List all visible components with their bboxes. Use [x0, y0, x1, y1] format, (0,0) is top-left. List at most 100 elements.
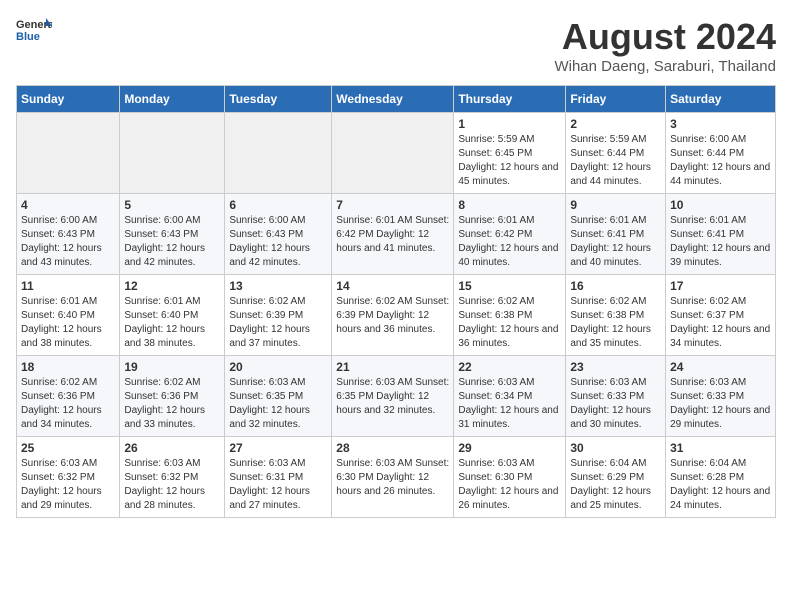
calendar-cell — [332, 113, 454, 194]
cell-content: Sunrise: 6:03 AM Sunset: 6:32 PM Dayligh… — [21, 457, 115, 513]
header: General Blue August 2024 Wihan Daeng, Sa… — [16, 16, 776, 75]
cell-content: Sunrise: 6:03 AM Sunset: 6:30 PM Dayligh… — [458, 457, 561, 513]
day-number: 24 — [670, 360, 771, 374]
day-number: 21 — [336, 360, 449, 374]
calendar-cell: 18Sunrise: 6:02 AM Sunset: 6:36 PM Dayli… — [17, 356, 120, 437]
calendar-cell: 21 Sunrise: 6:03 AM Sunset: 6:35 PM Dayli… — [332, 356, 454, 437]
day-header-monday: Monday — [120, 86, 225, 113]
day-number: 25 — [21, 441, 115, 455]
cell-content: Sunrise: 6:01 AM Sunset: 6:41 PM Dayligh… — [570, 214, 661, 270]
day-header-thursday: Thursday — [454, 86, 566, 113]
day-header-saturday: Saturday — [666, 86, 776, 113]
calendar-cell: 20Sunrise: 6:03 AM Sunset: 6:35 PM Dayli… — [225, 356, 332, 437]
calendar-cell: 12Sunrise: 6:01 AM Sunset: 6:40 PM Dayli… — [120, 275, 225, 356]
day-number: 13 — [229, 279, 327, 293]
calendar-cell: 29 Sunrise: 6:03 AM Sunset: 6:30 PM Dayli… — [454, 437, 566, 518]
week-row-4: 18Sunrise: 6:02 AM Sunset: 6:36 PM Dayli… — [17, 356, 776, 437]
cell-content: Sunrise: 6:01 AM Sunset: 6:42 PM Dayligh… — [458, 214, 561, 270]
calendar-cell: 6Sunrise: 6:00 AM Sunset: 6:43 PM Daylig… — [225, 194, 332, 275]
cell-content: Sunrise: 6:03 AM Sunset: 6:35 PM Dayligh… — [336, 376, 449, 418]
calendar-body: 1 Sunrise: 5:59 AM Sunset: 6:45 PM Daylig… — [17, 113, 776, 518]
day-number: 3 — [670, 117, 771, 131]
day-header-wednesday: Wednesday — [332, 86, 454, 113]
day-number: 5 — [124, 198, 220, 212]
cell-content: Sunrise: 6:02 AM Sunset: 6:38 PM Dayligh… — [570, 295, 661, 351]
calendar-cell: 2Sunrise: 5:59 AM Sunset: 6:44 PM Daylig… — [566, 113, 666, 194]
calendar-cell: 17 Sunrise: 6:02 AM Sunset: 6:37 PM Dayli… — [666, 275, 776, 356]
cell-content: Sunrise: 6:01 AM Sunset: 6:41 PM Dayligh… — [670, 214, 771, 270]
day-number: 10 — [670, 198, 771, 212]
calendar-cell: 4Sunrise: 6:00 AM Sunset: 6:43 PM Daylig… — [17, 194, 120, 275]
cell-content: Sunrise: 6:04 AM Sunset: 6:28 PM Dayligh… — [670, 457, 771, 513]
cell-content: Sunrise: 6:02 AM Sunset: 6:39 PM Dayligh… — [229, 295, 327, 351]
day-number: 11 — [21, 279, 115, 293]
cell-content: Sunrise: 6:00 AM Sunset: 6:43 PM Dayligh… — [124, 214, 220, 270]
cell-content: Sunrise: 6:03 AM Sunset: 6:34 PM Dayligh… — [458, 376, 561, 432]
calendar-cell: 23 Sunrise: 6:03 AM Sunset: 6:33 PM Dayli… — [566, 356, 666, 437]
day-number: 19 — [124, 360, 220, 374]
cell-content: Sunrise: 6:01 AM Sunset: 6:40 PM Dayligh… — [21, 295, 115, 351]
day-number: 29 — [458, 441, 561, 455]
calendar-header-row: SundayMondayTuesdayWednesdayThursdayFrid… — [17, 86, 776, 113]
calendar-cell: 1 Sunrise: 5:59 AM Sunset: 6:45 PM Daylig… — [454, 113, 566, 194]
cell-content: Sunrise: 6:04 AM Sunset: 6:29 PM Dayligh… — [570, 457, 661, 513]
cell-content: Sunrise: 6:02 AM Sunset: 6:36 PM Dayligh… — [21, 376, 115, 432]
calendar-cell: 7Sunrise: 6:01 AM Sunset: 6:42 PM Daylig… — [332, 194, 454, 275]
calendar-cell: 27Sunrise: 6:03 AM Sunset: 6:31 PM Dayli… — [225, 437, 332, 518]
title-section: August 2024 Wihan Daeng, Saraburi, Thail… — [554, 16, 776, 75]
calendar-cell: 24 Sunrise: 6:03 AM Sunset: 6:33 PM Dayli… — [666, 356, 776, 437]
week-row-3: 11 Sunrise: 6:01 AM Sunset: 6:40 PM Dayli… — [17, 275, 776, 356]
day-number: 2 — [570, 117, 661, 131]
subtitle: Wihan Daeng, Saraburi, Thailand — [554, 58, 776, 75]
calendar-cell — [17, 113, 120, 194]
calendar-cell: 16 Sunrise: 6:02 AM Sunset: 6:38 PM Dayli… — [566, 275, 666, 356]
calendar-cell: 5 Sunrise: 6:00 AM Sunset: 6:43 PM Daylig… — [120, 194, 225, 275]
cell-content: Sunrise: 5:59 AM Sunset: 6:45 PM Dayligh… — [458, 133, 561, 189]
cell-content: Sunrise: 6:02 AM Sunset: 6:37 PM Dayligh… — [670, 295, 771, 351]
calendar-cell: 9 Sunrise: 6:01 AM Sunset: 6:41 PM Daylig… — [566, 194, 666, 275]
calendar-cell: 31 Sunrise: 6:04 AM Sunset: 6:28 PM Dayli… — [666, 437, 776, 518]
day-number: 30 — [570, 441, 661, 455]
day-number: 31 — [670, 441, 771, 455]
cell-content: Sunrise: 6:00 AM Sunset: 6:43 PM Dayligh… — [229, 214, 327, 270]
calendar-cell: 8Sunrise: 6:01 AM Sunset: 6:42 PM Daylig… — [454, 194, 566, 275]
calendar-cell: 19 Sunrise: 6:02 AM Sunset: 6:36 PM Dayli… — [120, 356, 225, 437]
day-number: 22 — [458, 360, 561, 374]
calendar-cell: 26Sunrise: 6:03 AM Sunset: 6:32 PM Dayli… — [120, 437, 225, 518]
calendar-cell — [120, 113, 225, 194]
week-row-5: 25 Sunrise: 6:03 AM Sunset: 6:32 PM Dayli… — [17, 437, 776, 518]
day-number: 20 — [229, 360, 327, 374]
day-number: 16 — [570, 279, 661, 293]
cell-content: Sunrise: 6:01 AM Sunset: 6:42 PM Dayligh… — [336, 214, 449, 256]
day-number: 23 — [570, 360, 661, 374]
cell-content: Sunrise: 6:02 AM Sunset: 6:36 PM Dayligh… — [124, 376, 220, 432]
calendar-cell: 13 Sunrise: 6:02 AM Sunset: 6:39 PM Dayli… — [225, 275, 332, 356]
calendar-cell: 30 Sunrise: 6:04 AM Sunset: 6:29 PM Dayli… — [566, 437, 666, 518]
day-number: 17 — [670, 279, 771, 293]
day-number: 4 — [21, 198, 115, 212]
cell-content: Sunrise: 6:02 AM Sunset: 6:38 PM Dayligh… — [458, 295, 561, 351]
day-number: 1 — [458, 117, 561, 131]
day-number: 26 — [124, 441, 220, 455]
calendar-cell: 11 Sunrise: 6:01 AM Sunset: 6:40 PM Dayli… — [17, 275, 120, 356]
day-header-tuesday: Tuesday — [225, 86, 332, 113]
main-title: August 2024 — [554, 16, 776, 58]
week-row-1: 1 Sunrise: 5:59 AM Sunset: 6:45 PM Daylig… — [17, 113, 776, 194]
day-header-sunday: Sunday — [17, 86, 120, 113]
calendar-cell: 28Sunrise: 6:03 AM Sunset: 6:30 PM Dayli… — [332, 437, 454, 518]
day-number: 9 — [570, 198, 661, 212]
calendar-cell — [225, 113, 332, 194]
logo: General Blue — [16, 16, 52, 44]
cell-content: Sunrise: 6:00 AM Sunset: 6:44 PM Dayligh… — [670, 133, 771, 189]
cell-content: Sunrise: 6:03 AM Sunset: 6:33 PM Dayligh… — [670, 376, 771, 432]
svg-text:Blue: Blue — [16, 31, 40, 43]
calendar-cell: 10 Sunrise: 6:01 AM Sunset: 6:41 PM Dayli… — [666, 194, 776, 275]
cell-content: Sunrise: 6:03 AM Sunset: 6:31 PM Dayligh… — [229, 457, 327, 513]
day-number: 14 — [336, 279, 449, 293]
calendar-cell: 3 Sunrise: 6:00 AM Sunset: 6:44 PM Daylig… — [666, 113, 776, 194]
day-number: 15 — [458, 279, 561, 293]
day-number: 12 — [124, 279, 220, 293]
calendar-cell: 25 Sunrise: 6:03 AM Sunset: 6:32 PM Dayli… — [17, 437, 120, 518]
calendar-cell: 15 Sunrise: 6:02 AM Sunset: 6:38 PM Dayli… — [454, 275, 566, 356]
cell-content: Sunrise: 6:03 AM Sunset: 6:33 PM Dayligh… — [570, 376, 661, 432]
